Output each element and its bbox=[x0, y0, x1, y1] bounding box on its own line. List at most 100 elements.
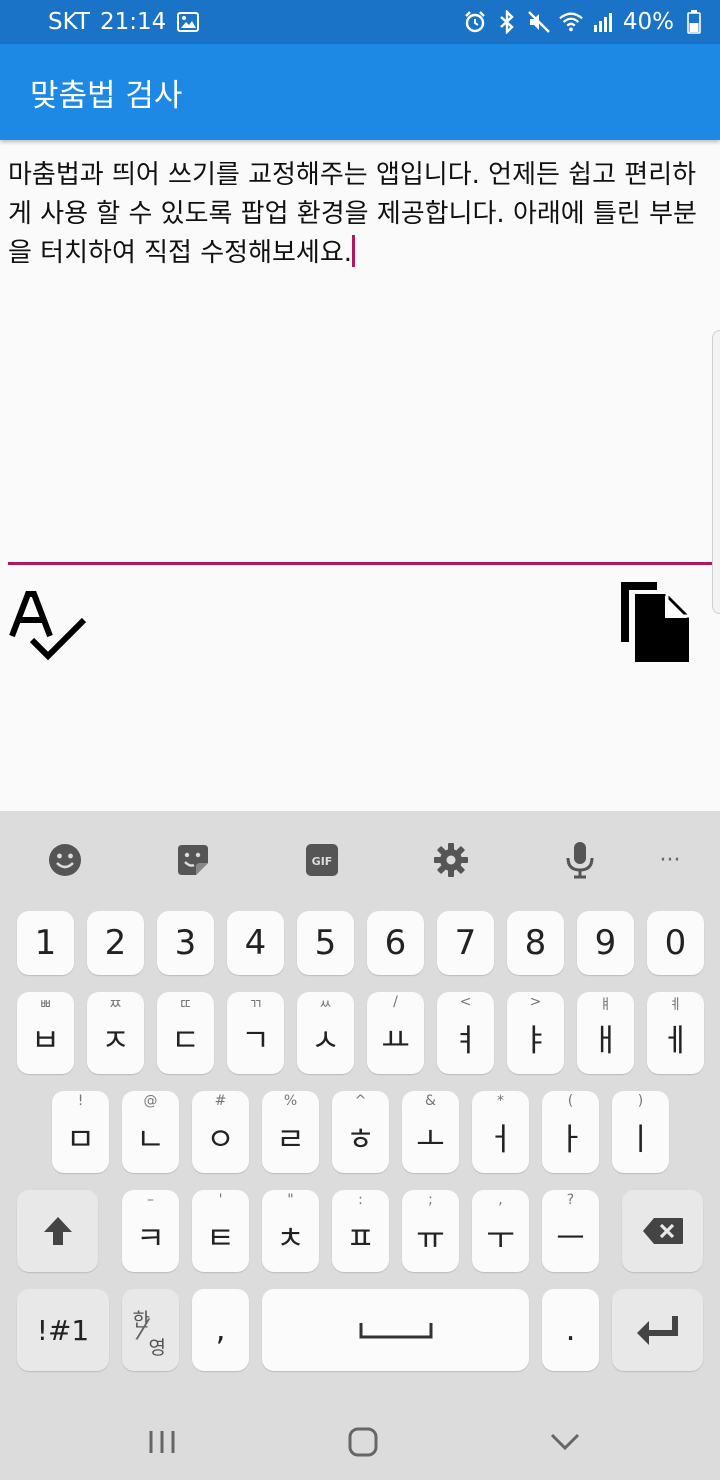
key-4[interactable]: ㅆㅅ bbox=[297, 992, 354, 1074]
key-0[interactable]: ㅃㅂ bbox=[17, 992, 74, 1074]
symbols-label: !#1 bbox=[36, 1313, 90, 1347]
key-label: ㄷ bbox=[171, 1022, 200, 1059]
key-1[interactable]: @ ㄴ bbox=[122, 1091, 179, 1173]
key-6[interactable]: ? ㅡ bbox=[542, 1190, 599, 1272]
more-icon[interactable]: ··· bbox=[645, 835, 695, 885]
key-label: ㅛ bbox=[381, 1022, 410, 1059]
key-label: ㅣ bbox=[626, 1121, 655, 1158]
space-key[interactable] bbox=[262, 1289, 529, 1371]
key-num-0[interactable]: 1 bbox=[17, 911, 74, 975]
key-3[interactable]: % ㄹ bbox=[262, 1091, 319, 1173]
key-2[interactable]: ㄸㄷ bbox=[157, 992, 214, 1074]
period-key[interactable]: . bbox=[542, 1289, 599, 1371]
scroll-handle[interactable] bbox=[712, 330, 720, 614]
key-4[interactable]: ^ ㅎ bbox=[332, 1091, 389, 1173]
status-bar: SKT 21:14 40% bbox=[0, 0, 720, 44]
back-icon[interactable] bbox=[535, 1417, 595, 1467]
key-num-9[interactable]: 0 bbox=[647, 911, 704, 975]
key-label: ㅈ bbox=[101, 1022, 130, 1059]
mic-icon[interactable] bbox=[555, 835, 605, 885]
key-label: ㅋ bbox=[136, 1220, 165, 1257]
key-secondary-label: ( bbox=[567, 1093, 574, 1109]
emoji-icon[interactable] bbox=[40, 835, 90, 885]
keyboard-toolbar: GIF ··· bbox=[0, 811, 720, 907]
key-secondary-label: ' bbox=[218, 1192, 223, 1208]
key-3[interactable]: :ㅍ bbox=[332, 1190, 389, 1272]
key-8[interactable]: ㅒㅐ bbox=[577, 992, 634, 1074]
key-label: ㅡ bbox=[556, 1220, 585, 1257]
carrier-label: SKT bbox=[48, 9, 90, 35]
status-right: 40% bbox=[463, 9, 706, 35]
key-7[interactable]: (ㅏ bbox=[542, 1091, 599, 1173]
key-label: 5 bbox=[314, 923, 337, 963]
key-secondary-label: @ bbox=[143, 1093, 158, 1109]
key-secondary-label: & bbox=[425, 1093, 436, 1109]
key-5[interactable]: & ㅗ bbox=[402, 1091, 459, 1173]
status-left: SKT 21:14 bbox=[48, 9, 200, 35]
key-num-5[interactable]: 6 bbox=[367, 911, 424, 975]
key-label: ㅌ bbox=[206, 1220, 235, 1257]
keyboard: GIF ··· 1234567890 ㅃㅂㅉㅈㄸㄷㄲㄱㅆㅅ / ㅛ < ㅕ > ㅑㅒㅐㅖㅔ … bbox=[0, 811, 720, 1403]
key-label: ㄱ bbox=[241, 1022, 270, 1059]
key-8[interactable]: ) ㅣ bbox=[612, 1091, 669, 1173]
backspace-icon bbox=[642, 1218, 683, 1244]
app-bar: 맞춤법 검사 bbox=[0, 44, 720, 140]
han-yeong-toggle: 한 ⁄ 영 bbox=[131, 1305, 171, 1359]
key-0[interactable]: – ㅋ bbox=[122, 1190, 179, 1272]
key-2[interactable]: " ㅊ bbox=[262, 1190, 319, 1272]
home-icon[interactable] bbox=[333, 1417, 393, 1467]
key-1[interactable]: ㅉㅈ bbox=[87, 992, 144, 1074]
key-0[interactable]: ! ㅁ bbox=[52, 1091, 109, 1173]
key-6[interactable]: < ㅕ bbox=[437, 992, 494, 1074]
symbols-key[interactable]: !#1 bbox=[17, 1289, 109, 1371]
key-secondary-label: ㅒ bbox=[599, 997, 612, 1013]
recents-icon[interactable] bbox=[132, 1417, 192, 1467]
key-label: ㅗ bbox=[416, 1121, 445, 1158]
enter-key[interactable] bbox=[612, 1289, 703, 1371]
gif-icon[interactable]: GIF bbox=[297, 835, 347, 885]
key-label: ㅂ bbox=[31, 1022, 60, 1059]
period-label: . bbox=[565, 1312, 576, 1348]
key-5[interactable]: ,ㅜ bbox=[472, 1190, 529, 1272]
key-secondary-label: ^ bbox=[354, 1093, 367, 1109]
editor-underline bbox=[8, 562, 712, 565]
key-num-8[interactable]: 9 bbox=[577, 911, 634, 975]
key-num-3[interactable]: 4 bbox=[227, 911, 284, 975]
key-7[interactable]: > ㅑ bbox=[507, 992, 564, 1074]
key-3[interactable]: ㄲㄱ bbox=[227, 992, 284, 1074]
key-6[interactable]: * ㅓ bbox=[472, 1091, 529, 1173]
language-toggle-key[interactable]: 한 ⁄ 영 bbox=[122, 1289, 179, 1371]
key-secondary-label: < bbox=[459, 994, 472, 1010]
mute-icon bbox=[527, 10, 551, 34]
key-secondary-label: , bbox=[498, 1192, 503, 1208]
key-5[interactable]: / ㅛ bbox=[367, 992, 424, 1074]
key-label: ㅠ bbox=[416, 1220, 445, 1257]
key-label: ㅜ bbox=[486, 1220, 515, 1257]
spellcheck-icon bbox=[9, 591, 87, 661]
key-label: 6 bbox=[384, 923, 407, 963]
key-label: 2 bbox=[104, 923, 127, 963]
image-icon bbox=[176, 10, 200, 34]
key-secondary-label: * bbox=[497, 1093, 504, 1109]
key-1[interactable]: ' ㅌ bbox=[192, 1190, 249, 1272]
spellcheck-button[interactable] bbox=[6, 586, 90, 664]
key-label: 0 bbox=[664, 923, 687, 963]
key-9[interactable]: ㅖㅔ bbox=[647, 992, 704, 1074]
sticker-icon[interactable] bbox=[168, 835, 218, 885]
comma-key[interactable]: , bbox=[192, 1289, 249, 1371]
key-4[interactable]: ; ㅠ bbox=[402, 1190, 459, 1272]
key-2[interactable]: # ㅇ bbox=[192, 1091, 249, 1173]
key-secondary-label: ; bbox=[428, 1192, 433, 1208]
text-cursor bbox=[352, 235, 356, 267]
key-num-2[interactable]: 3 bbox=[157, 911, 214, 975]
key-num-6[interactable]: 7 bbox=[437, 911, 494, 975]
key-num-1[interactable]: 2 bbox=[87, 911, 144, 975]
shift-key[interactable] bbox=[17, 1190, 98, 1272]
text-editor[interactable]: 마춤법과 띄어 쓰기를 교정해주는 앱입니다. 언제든 쉽고 편리하게 사용 할… bbox=[8, 156, 712, 564]
backspace-key[interactable] bbox=[622, 1190, 703, 1272]
copy-button[interactable] bbox=[612, 578, 696, 666]
settings-icon[interactable] bbox=[426, 835, 476, 885]
key-label: 1 bbox=[34, 923, 57, 963]
key-num-4[interactable]: 5 bbox=[297, 911, 354, 975]
key-num-7[interactable]: 8 bbox=[507, 911, 564, 975]
